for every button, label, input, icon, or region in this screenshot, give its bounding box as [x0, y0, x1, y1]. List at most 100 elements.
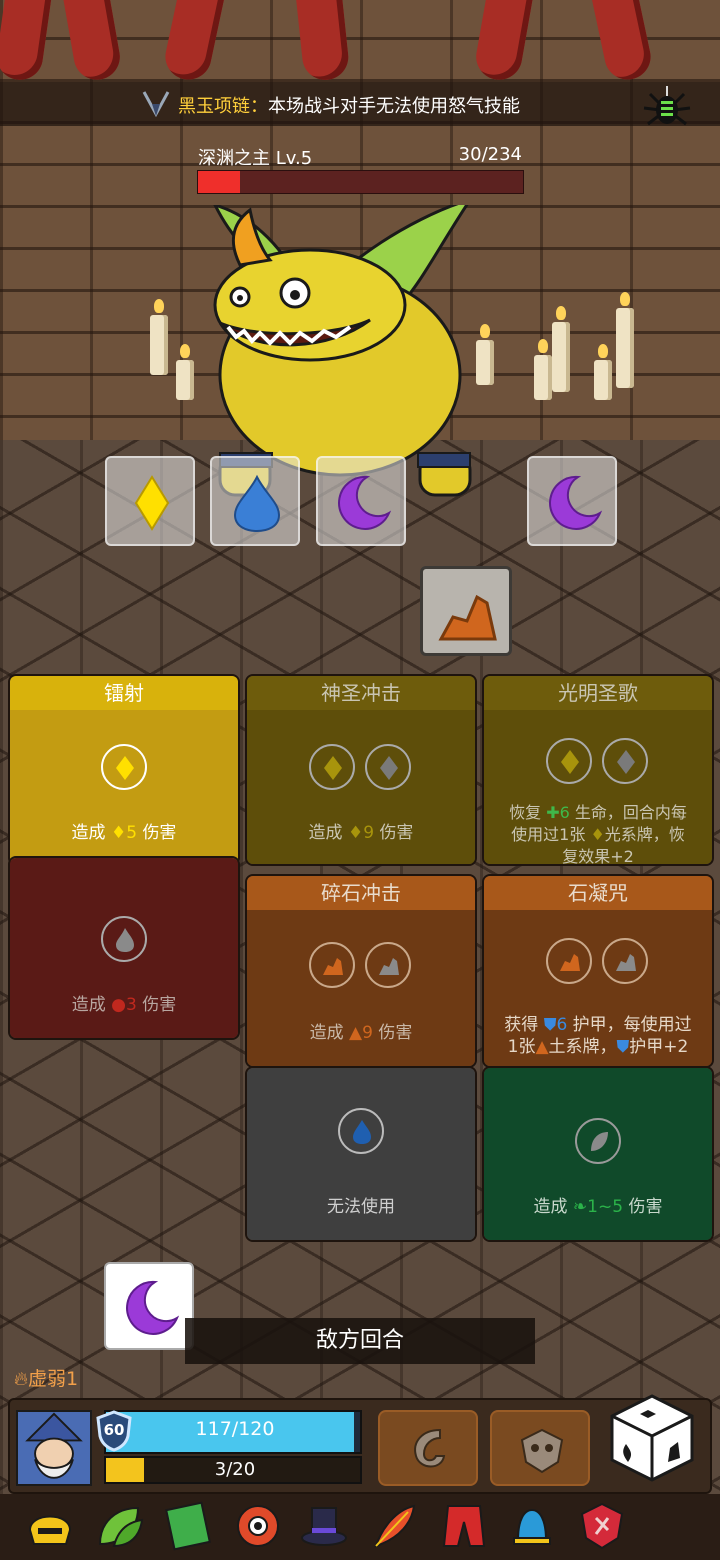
desc-text: 护甲，每使用过	[567, 1015, 692, 1035]
shield-small-icon: ⛊	[616, 1037, 630, 1057]
top-hat-icon[interactable]	[298, 1500, 350, 1552]
desc-text: 恢复	[509, 803, 547, 822]
enemy-intent-moon[interactable]	[316, 456, 406, 546]
light-diamond-icon	[324, 756, 342, 780]
light-small-icon: ♦	[110, 823, 127, 843]
candle	[552, 306, 570, 392]
fire-socket	[101, 916, 147, 962]
card-holy-hymn[interactable]: 光明圣歌 恢复 ✚6 生命，回合内每 使用过1张 ♦光系牌，恢 复效果+2	[482, 674, 714, 866]
armor-value: 6	[556, 1015, 568, 1035]
heal-value: 6	[559, 803, 570, 822]
dice-slot-earth[interactable]	[420, 566, 512, 656]
enemy-intent-light[interactable]	[105, 456, 195, 546]
card-fire[interactable]: 造成 ●3 伤害	[8, 856, 240, 1040]
empty-socket	[365, 744, 411, 790]
leaves-icon[interactable]	[94, 1500, 146, 1552]
desc-prefix: 造成	[309, 1023, 344, 1043]
card-stone-curse[interactable]: 石凝咒 获得 ⛊6 护甲，每使用过 1张▲土系牌，⛊护甲+2	[482, 874, 714, 1068]
spider-menu-icon[interactable]	[640, 86, 694, 130]
water-drop-icon	[353, 1120, 371, 1144]
weak-flame-icon: 🔥︎	[14, 1368, 28, 1390]
player-hp-text: 117/120	[195, 1418, 275, 1440]
held-die-moon[interactable]	[104, 1262, 194, 1350]
card-description: 造成 ♦9 伤害	[247, 822, 475, 844]
relic-name: 黑玉项链：	[178, 96, 268, 117]
enemy-intent-water[interactable]	[210, 456, 300, 546]
desc-text: 生命，回合内每	[569, 803, 687, 822]
player-energy-text: 3/20	[214, 1459, 256, 1480]
roll-dice-button[interactable]	[608, 1392, 696, 1484]
light-socket	[101, 744, 147, 790]
light-diamond-icon	[134, 475, 170, 531]
helmet-icon[interactable]	[24, 1500, 76, 1552]
gray-diamond-icon	[617, 750, 635, 774]
damage-value: 9	[362, 1023, 373, 1043]
desc-prefix: 造成	[308, 823, 343, 843]
desc-suffix: 伤害	[142, 823, 177, 843]
earth-small-icon: ▲	[535, 1037, 549, 1057]
damage-value: 3	[126, 995, 137, 1015]
shield-small-icon: ⛊	[543, 1015, 557, 1035]
card-description: 造成 ❧1~5 伤害	[484, 1196, 712, 1218]
damage-value: 9	[363, 823, 375, 843]
boss-hp-bar	[197, 170, 524, 194]
relic-effect: 本场战斗对手无法使用怒气技能	[268, 96, 520, 117]
moon-icon	[126, 1280, 180, 1335]
rune-shield-icon[interactable]	[576, 1500, 628, 1552]
skill-button-mask[interactable]	[490, 1410, 590, 1486]
turn-indicator: 敌方回合	[185, 1318, 535, 1364]
card-laser[interactable]: 镭射 造成 ♦5 伤害	[8, 674, 240, 866]
desc-suffix: 伤害	[628, 1197, 663, 1217]
bell-icon[interactable]	[506, 1500, 558, 1552]
card-holy-strike[interactable]: 神圣冲击 造成 ♦9 伤害	[245, 674, 477, 866]
desc-prefix: 造成	[71, 823, 106, 843]
earth-socket	[546, 938, 592, 984]
water-socket	[338, 1108, 384, 1154]
earth-small-icon: ▲	[349, 1023, 363, 1043]
desc-text: 获得	[504, 1015, 544, 1035]
damage-value: 5	[126, 823, 138, 843]
feather-icon[interactable]	[368, 1500, 420, 1552]
eye-sun-icon[interactable]	[232, 1500, 284, 1552]
earth-rock-icon	[560, 954, 580, 971]
light-diamond-icon	[561, 750, 579, 774]
pants-icon[interactable]	[438, 1500, 490, 1552]
moon-icon	[549, 475, 603, 530]
light-socket	[309, 744, 355, 790]
damage-value: 1~5	[587, 1197, 624, 1217]
card-description: 恢复 ✚6 生命，回合内每 使用过1张 ♦光系牌，恢 复效果+2	[484, 802, 712, 866]
card-wind[interactable]: 造成 ❧1~5 伤害	[482, 1066, 714, 1242]
fire-icon	[116, 928, 134, 952]
candle	[616, 292, 634, 388]
card-title: 镭射	[10, 676, 238, 710]
card-title	[10, 858, 238, 878]
skill-button-hook[interactable]	[378, 1410, 478, 1486]
enemy-intent-moon[interactable]	[527, 456, 617, 546]
desc-text: 光系牌，恢	[604, 825, 685, 844]
card-title: 石凝咒	[484, 876, 712, 910]
card-water-disabled[interactable]: 无法使用	[245, 1066, 477, 1242]
desc-text: 复效果+2	[562, 847, 634, 866]
card-description: 无法使用	[327, 1197, 395, 1217]
spellbook-icon[interactable]	[162, 1500, 214, 1552]
necklace-icon	[142, 91, 170, 118]
earth-socket	[309, 942, 355, 988]
water-drop-icon	[233, 474, 281, 533]
wizard-avatar[interactable]	[16, 1410, 92, 1486]
card-title: 碎石冲击	[247, 876, 475, 910]
empty-socket	[602, 738, 648, 784]
boss-hp-fill	[198, 171, 240, 193]
gray-rock-icon	[616, 954, 636, 971]
desc-text: 护甲+2	[629, 1037, 689, 1057]
status-weak[interactable]: 🔥︎虚弱1	[14, 1364, 78, 1391]
gray-diamond-icon	[380, 756, 398, 780]
card-rock-strike[interactable]: 碎石冲击 造成 ▲9 伤害	[245, 874, 477, 1068]
light-small-icon: ♦	[590, 825, 605, 844]
moon-icon	[338, 475, 392, 530]
heal-plus-icon: ✚	[546, 803, 560, 822]
empty-socket	[365, 942, 411, 988]
desc-suffix: 伤害	[378, 1023, 413, 1043]
earth-rock-icon	[438, 594, 497, 641]
desc-text: 1张	[507, 1037, 536, 1057]
gray-rock-icon	[379, 958, 399, 975]
